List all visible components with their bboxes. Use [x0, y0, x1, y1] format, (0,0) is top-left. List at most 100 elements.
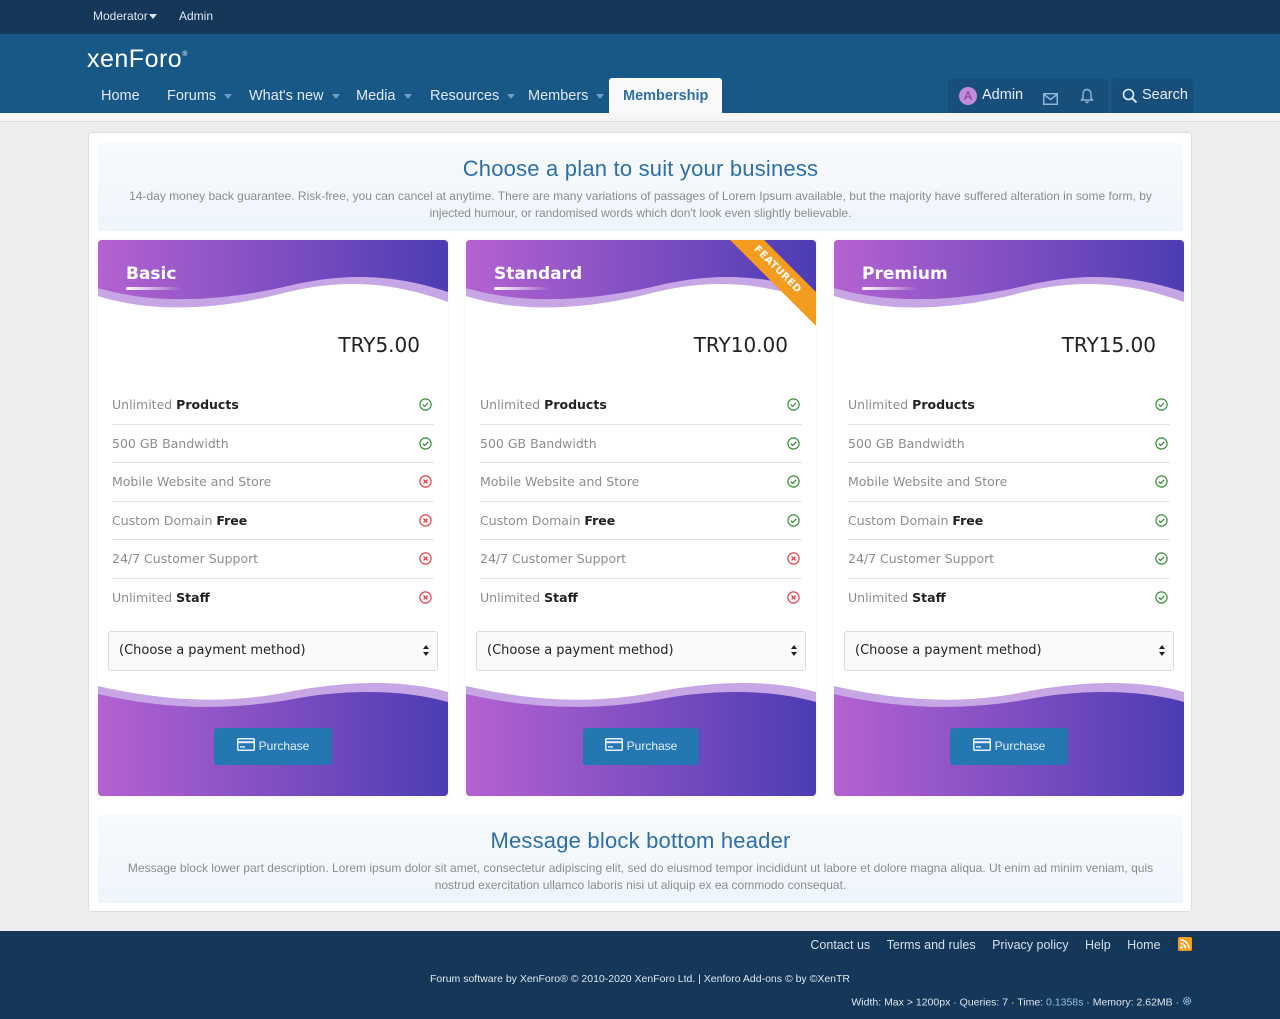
top-message-description: 14-day money back guarantee. Risk-free, … — [129, 189, 1152, 220]
chevron-down-icon[interactable] — [403, 93, 412, 99]
footer-link-contact[interactable]: Contact us — [810, 938, 870, 952]
feature-list: Unlimited Products 500 GB Bandwidth Mobile… — [480, 386, 802, 618]
feature-item: Custom Domain Free — [480, 502, 802, 541]
nav-tab-home[interactable]: Home — [101, 78, 140, 113]
times-circle-icon — [419, 514, 432, 530]
mail-icon[interactable] — [1043, 90, 1058, 109]
bell-icon[interactable] — [1080, 88, 1094, 108]
gear-icon[interactable] — [1182, 996, 1192, 1009]
admin-link[interactable]: Admin — [179, 9, 213, 23]
check-circle-icon — [1155, 514, 1168, 530]
feature-item: Mobile Website and Store — [848, 463, 1170, 502]
feature-item: 500 GB Bandwidth — [112, 425, 434, 464]
feature-item: Unlimited Staff — [112, 579, 434, 618]
nav-tab-whats-new[interactable]: What's new — [249, 78, 340, 113]
times-circle-icon — [787, 552, 800, 568]
membership-block: Choose a plan to suit your business 14-d… — [88, 132, 1192, 912]
plan-card-basic: Basic TRY5.00 Unlimited Products 500 GB Ban… — [98, 240, 448, 796]
feature-item: Unlimited Products — [480, 386, 802, 425]
moderator-menu[interactable]: Moderator — [93, 9, 157, 23]
plan-price: TRY10.00 — [693, 333, 788, 357]
sub-nav-bar — [0, 113, 1280, 122]
site-logo[interactable]: xenForo® — [87, 45, 188, 74]
select-arrows-icon — [791, 645, 797, 660]
chevron-down-icon[interactable] — [596, 93, 605, 99]
footer-link-terms[interactable]: Terms and rules — [887, 938, 976, 952]
footer-links: Contact us Terms and rules Privacy polic… — [810, 936, 1192, 953]
site-header: xenForo® Home Forums What's new Media Re… — [0, 34, 1280, 114]
top-message-block: Choose a plan to suit your business 14-d… — [98, 143, 1183, 231]
search-icon — [1122, 88, 1138, 108]
feature-list: Unlimited Products 500 GB Bandwidth Mobile… — [112, 386, 434, 618]
nav-tab-members[interactable]: Members — [528, 78, 605, 113]
payment-method-select[interactable]: (Choose a payment method) — [108, 631, 438, 671]
check-circle-icon — [1155, 475, 1168, 491]
chevron-down-icon[interactable] — [224, 93, 233, 99]
copyright: Forum software by XenForo® © 2010-2020 X… — [429, 973, 851, 985]
payment-method-select[interactable]: (Choose a payment method) — [476, 631, 806, 671]
check-circle-icon — [787, 436, 800, 453]
bottom-message-description: Message block lower part description. Lo… — [127, 861, 1154, 892]
feature-item: Unlimited Products — [848, 386, 1170, 425]
plan-price: TRY5.00 — [338, 333, 420, 357]
plan-card-standard: Standard FEATURED TRY10.00 Unlimited Produc… — [466, 240, 816, 796]
feature-item: Unlimited Products — [112, 386, 434, 425]
plan-title: Premium — [862, 264, 948, 284]
plan-title: Basic — [126, 264, 177, 284]
feature-item: 24/7 Customer Support — [480, 540, 802, 579]
check-circle-icon — [1155, 436, 1168, 453]
times-circle-icon — [787, 591, 800, 607]
feature-item: Unlimited Staff — [848, 579, 1170, 618]
plan-card-premium: Premium TRY15.00 Unlimited Products 500 GB … — [834, 240, 1184, 796]
search-button[interactable]: Search — [1112, 79, 1193, 113]
site-footer: Contact us Terms and rules Privacy polic… — [0, 931, 1280, 1019]
footer-link-help[interactable]: Help — [1085, 938, 1111, 952]
check-circle-icon — [419, 436, 432, 453]
select-arrows-icon — [1159, 645, 1165, 660]
feature-item: Unlimited Staff — [480, 579, 802, 618]
caret-down-icon — [148, 14, 157, 20]
payment-method-select[interactable]: (Choose a payment method) — [844, 631, 1174, 671]
purchase-button[interactable]: Purchase — [583, 728, 699, 765]
times-circle-icon — [419, 475, 432, 491]
staff-bar: Moderator Admin — [0, 0, 1280, 34]
times-circle-icon — [419, 552, 432, 568]
credit-card-icon — [972, 738, 991, 754]
times-circle-icon — [419, 591, 432, 607]
check-circle-icon — [1155, 398, 1168, 414]
footer-link-home[interactable]: Home — [1127, 938, 1160, 952]
check-circle-icon — [787, 398, 800, 414]
title-underline — [494, 287, 550, 290]
bottom-message-block: Message block bottom header Message bloc… — [98, 815, 1183, 903]
top-message-title: Choose a plan to suit your business — [462, 156, 819, 181]
plan-price: TRY15.00 — [1061, 333, 1156, 357]
purchase-button[interactable]: Purchase — [950, 728, 1068, 765]
chevron-down-icon[interactable] — [507, 93, 516, 99]
check-circle-icon — [1155, 591, 1168, 607]
feature-item: 24/7 Customer Support — [848, 540, 1170, 579]
select-arrows-icon — [423, 645, 429, 660]
debug-stats: Width: Max > 1200px · Queries: 7 · Time:… — [851, 996, 1192, 1009]
chevron-down-icon[interactable] — [331, 93, 340, 99]
footer-link-privacy[interactable]: Privacy policy — [992, 938, 1068, 952]
avatar: A — [959, 87, 977, 105]
feature-item: 24/7 Customer Support — [112, 540, 434, 579]
nav-tab-media[interactable]: Media — [356, 78, 412, 113]
query-time-link[interactable]: 0.1358s — [1046, 996, 1083, 1008]
feature-item: Mobile Website and Store — [112, 463, 434, 502]
credit-card-icon — [236, 738, 255, 754]
rss-icon[interactable] — [1178, 936, 1192, 951]
title-underline — [862, 287, 918, 290]
feature-item: Custom Domain Free — [112, 502, 434, 541]
plan-title: Standard — [494, 264, 583, 284]
check-circle-icon — [419, 398, 432, 414]
check-circle-icon — [787, 475, 800, 491]
nav-tab-forums[interactable]: Forums — [167, 78, 233, 113]
nav-tab-membership[interactable]: Membership — [609, 78, 723, 114]
purchase-button[interactable]: Purchase — [214, 728, 332, 765]
check-circle-icon — [1155, 552, 1168, 568]
feature-item: 500 GB Bandwidth — [848, 425, 1170, 464]
nav-tab-resources[interactable]: Resources — [430, 78, 516, 113]
title-underline — [126, 287, 182, 290]
feature-item: Custom Domain Free — [848, 502, 1170, 541]
